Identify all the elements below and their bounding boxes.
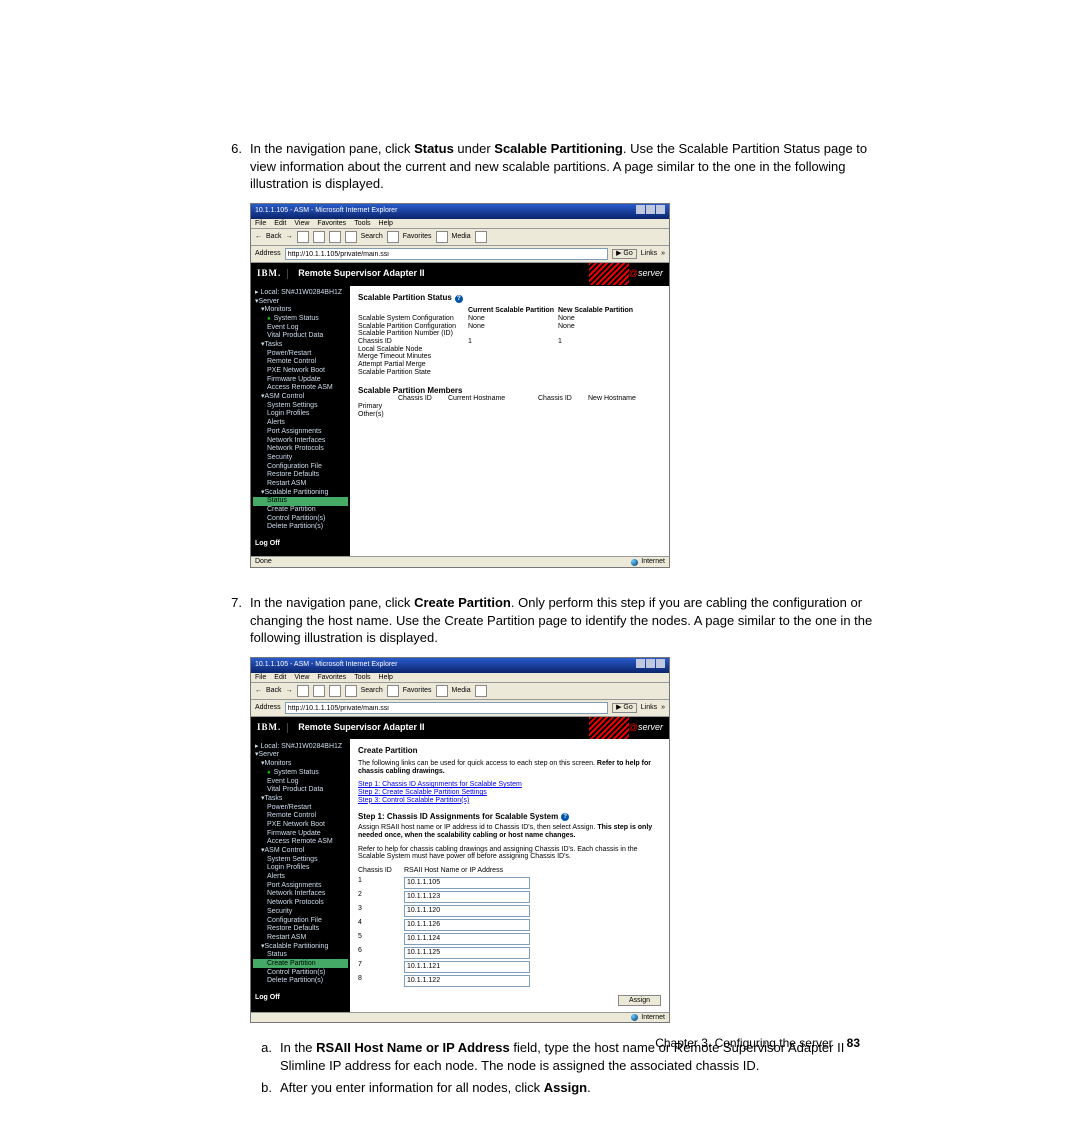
- nav-event-log[interactable]: Event Log: [253, 323, 348, 332]
- status-bar: Internet: [251, 1012, 669, 1023]
- nav-local: ▸ Local: SN#J1W0284BH1Z: [253, 288, 348, 297]
- browser-toolbar[interactable]: ←Back→ Search Favorites Media: [251, 683, 669, 700]
- browser-menubar[interactable]: FileEditViewFavoritesToolsHelp: [251, 673, 669, 684]
- page-footer: Chapter 3. Configuring the server83: [0, 1036, 1080, 1050]
- nav-logoff[interactable]: Log Off: [253, 994, 348, 1003]
- ibm-logo: IBM.: [251, 723, 288, 733]
- nav-system-status[interactable]: System Status: [253, 314, 348, 323]
- substep-b-label: b.: [250, 1079, 280, 1097]
- host-input-1[interactable]: [404, 877, 530, 889]
- status-bar: Done Internet: [251, 556, 669, 567]
- nav-logoff[interactable]: Log Off: [253, 540, 348, 549]
- nav-security[interactable]: Security: [253, 453, 348, 462]
- nav-access-asm[interactable]: Access Remote ASM: [253, 384, 348, 393]
- nav-login[interactable]: Login Profiles: [253, 410, 348, 419]
- nav-status-selected[interactable]: Status: [253, 497, 348, 506]
- step3-link[interactable]: Step 3: Control Scalable Partition(s): [358, 797, 661, 805]
- nav-power[interactable]: Power/Restart: [253, 349, 348, 358]
- nav-firmware[interactable]: Firmware Update: [253, 375, 348, 384]
- nav-create[interactable]: Create Partition: [253, 506, 348, 515]
- nav-restart[interactable]: Restart ASM: [253, 479, 348, 488]
- nav-pane: ▸ Local: SN#J1W0284BH1Z ▾Server ▾Monitor…: [251, 285, 350, 556]
- host-input-3[interactable]: [404, 905, 530, 917]
- internet-icon: [631, 559, 638, 566]
- go-button[interactable]: ▶ Go: [612, 703, 637, 713]
- nav-sys-settings[interactable]: System Settings: [253, 401, 348, 410]
- address-input[interactable]: [285, 702, 608, 714]
- nav-remote[interactable]: Remote Control: [253, 358, 348, 367]
- nav-asm-control[interactable]: ▾ASM Control: [253, 393, 348, 402]
- step-7-text: In the navigation pane, click Create Par…: [250, 594, 880, 1096]
- nav-config[interactable]: Configuration File: [253, 462, 348, 471]
- window-titlebar: 10.1.1.105 - ASM - Microsoft Internet Ex…: [251, 658, 669, 673]
- host-input-5[interactable]: [404, 933, 530, 945]
- screenshot-partition-status: 10.1.1.105 - ASM - Microsoft Internet Ex…: [250, 203, 670, 568]
- address-bar: Address ▶ Go Links»: [251, 700, 669, 717]
- search-icon[interactable]: [345, 231, 357, 243]
- refresh-icon[interactable]: [313, 231, 325, 243]
- status-table: Current Scalable PartitionNew Scalable P…: [358, 307, 661, 376]
- host-input-7[interactable]: [404, 961, 530, 973]
- step-7-number: 7.: [220, 594, 250, 1096]
- browser-menubar[interactable]: FileEditViewFavoritesToolsHelp: [251, 219, 669, 230]
- nav-create-selected[interactable]: Create Partition: [253, 959, 348, 968]
- step-6-text: In the navigation pane, click Status und…: [250, 140, 880, 584]
- window-titlebar: 10.1.1.105 - ASM - Microsoft Internet Ex…: [251, 204, 669, 219]
- step1-heading: Step 1: Chassis ID Assignments for Scala…: [358, 813, 661, 822]
- media-icon[interactable]: [436, 231, 448, 243]
- nav-netif[interactable]: Network Interfaces: [253, 436, 348, 445]
- app-title: Remote Supervisor Adapter II: [288, 269, 424, 279]
- nav-server[interactable]: ▾Server: [253, 297, 348, 306]
- step-6-number: 6.: [220, 140, 250, 584]
- substep-b-text: After you enter information for all node…: [280, 1079, 880, 1097]
- history-icon[interactable]: [475, 231, 487, 243]
- app-title: Remote Supervisor Adapter II: [288, 723, 424, 733]
- host-input-4[interactable]: [404, 919, 530, 931]
- app-banner: IBM. Remote Supervisor Adapter II @serve…: [251, 263, 669, 285]
- nav-restore[interactable]: Restore Defaults: [253, 471, 348, 480]
- step2-link[interactable]: Step 2: Create Scalable Partition Settin…: [358, 789, 661, 797]
- assign-button[interactable]: Assign: [618, 995, 661, 1006]
- nav-port[interactable]: Port Assignments: [253, 427, 348, 436]
- nav-netproto[interactable]: Network Protocols: [253, 445, 348, 454]
- section-title: Create Partition: [358, 747, 661, 756]
- ibm-logo: IBM.: [251, 269, 288, 279]
- home-icon[interactable]: [329, 231, 341, 243]
- members-table: Chassis IDCurrent HostnameChassis IDNew …: [358, 395, 661, 418]
- section-title: Scalable Partition Status?: [358, 294, 661, 303]
- nav-scalable-partitioning[interactable]: ▾Scalable Partitioning: [253, 488, 348, 497]
- chassis-assign-table: Chassis IDRSAII Host Name or IP Address …: [358, 867, 661, 987]
- help-icon[interactable]: ?: [455, 295, 463, 303]
- window-buttons[interactable]: [635, 205, 665, 217]
- content-pane: Create Partition The following links can…: [350, 739, 669, 1011]
- nav-alerts[interactable]: Alerts: [253, 419, 348, 428]
- eserver-logo: @server: [629, 269, 663, 279]
- address-bar: Address ▶ Go Links»: [251, 246, 669, 263]
- help-icon[interactable]: ?: [561, 813, 569, 821]
- host-input-6[interactable]: [404, 947, 530, 959]
- screenshot-create-partition: 10.1.1.105 - ASM - Microsoft Internet Ex…: [250, 657, 670, 1024]
- nav-monitors[interactable]: ▾Monitors: [253, 306, 348, 315]
- nav-pxe[interactable]: PXE Network Boot: [253, 367, 348, 376]
- nav-control[interactable]: Control Partition(s): [253, 514, 348, 523]
- browser-toolbar[interactable]: ←Back→ Search Favorites Media: [251, 229, 669, 246]
- nav-pane: ▸ Local: SN#J1W0284BH1Z ▾Server ▾Monitor…: [251, 739, 350, 1011]
- app-banner: IBM. Remote Supervisor Adapter II @serve…: [251, 717, 669, 739]
- window-buttons[interactable]: [635, 659, 665, 671]
- eserver-logo: @server: [629, 723, 663, 733]
- nav-delete[interactable]: Delete Partition(s): [253, 523, 348, 532]
- host-input-8[interactable]: [404, 975, 530, 987]
- internet-icon: [631, 1014, 638, 1021]
- stop-icon[interactable]: [297, 231, 309, 243]
- content-pane: Scalable Partition Status? Current Scala…: [350, 285, 669, 556]
- members-title: Scalable Partition Members: [358, 387, 661, 396]
- nav-vpd[interactable]: Vital Product Data: [253, 332, 348, 341]
- favorites-icon[interactable]: [387, 231, 399, 243]
- host-input-2[interactable]: [404, 891, 530, 903]
- step1-link[interactable]: Step 1: Chassis ID Assignments for Scala…: [358, 781, 661, 789]
- go-button[interactable]: ▶ Go: [612, 249, 637, 259]
- address-input[interactable]: [285, 248, 608, 260]
- nav-tasks[interactable]: ▾Tasks: [253, 340, 348, 349]
